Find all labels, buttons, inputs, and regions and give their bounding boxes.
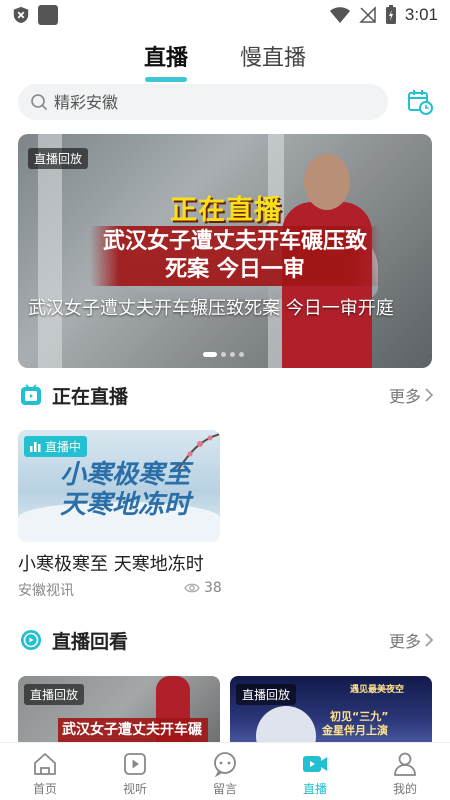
thumb-text-line2: 天寒地冻时: [60, 490, 191, 520]
nav-live[interactable]: 直播: [270, 743, 360, 800]
live-badge-label: 直播中: [45, 440, 82, 454]
replay-tag: 直播回放: [28, 148, 89, 169]
replay-thumb-text: 遇见最美夜空: [350, 685, 405, 695]
bars-icon: [30, 442, 41, 452]
search-row: [18, 84, 434, 120]
replay-card[interactable]: 直播回放 武汉女子遭丈夫开车碾压: [18, 676, 220, 746]
notification-icon: [38, 5, 58, 25]
banner-background: [38, 134, 62, 368]
nav-message[interactable]: 留言: [180, 743, 270, 800]
replay-thumb-text: 金星伴月上演: [322, 724, 388, 737]
profile-icon: [394, 752, 416, 776]
replay-icon: [21, 630, 41, 650]
nav-video[interactable]: 视听: [90, 743, 180, 800]
replay-header: 直播回看 更多: [20, 625, 434, 655]
live-camera-icon: [303, 756, 327, 772]
clock: 3:01: [404, 5, 438, 24]
status-bar: 3:01: [0, 0, 450, 30]
tab-slow-live[interactable]: 慢直播: [240, 38, 306, 78]
nav-label: 视听: [122, 782, 147, 796]
more-link[interactable]: 更多: [389, 383, 434, 407]
battery-charging-icon: [385, 5, 396, 24]
view-count-value: 38: [204, 580, 222, 596]
carousel-indicator: [203, 352, 244, 357]
replay-tag: 直播回放: [236, 684, 297, 705]
live-card-source: 安徽视讯: [18, 583, 74, 599]
replay-tag: 直播回放: [24, 684, 85, 705]
banner-caption: 武汉女子遭丈夫开车辗压致死案 今日一审开庭: [28, 298, 394, 319]
play-icon: [124, 753, 146, 775]
nav-label: 首页: [32, 782, 57, 796]
top-tabs: 直播 慢直播: [0, 38, 450, 78]
nav-profile[interactable]: 我的: [360, 743, 450, 800]
wifi-icon: [329, 7, 350, 23]
featured-banner[interactable]: 直播回放 正在直播 武汉女子遭丈夫开车碾压致死案 今日一审 武汉女子遭丈夫开车辗…: [18, 134, 432, 368]
more-label: 更多: [388, 387, 421, 406]
tab-live[interactable]: 直播: [144, 38, 188, 78]
carousel-dot: [230, 352, 235, 357]
nav-label: 留言: [212, 782, 237, 796]
message-icon: [214, 752, 236, 778]
more-label: 更多: [388, 632, 421, 651]
view-count: 38: [184, 580, 222, 596]
calendar-clock-icon[interactable]: [406, 88, 434, 116]
nav-label: 我的: [392, 782, 417, 796]
no-signal-icon: [359, 6, 376, 23]
live-badge: 直播中: [24, 436, 88, 457]
banner-overlay-headline: 正在直播: [170, 195, 282, 226]
eye-icon: [184, 583, 200, 593]
carousel-dot: [203, 352, 217, 357]
carousel-dot: [221, 352, 226, 357]
more-link[interactable]: 更多: [389, 628, 434, 652]
banner-overlay-subtitle: 武汉女子遭丈夫开车碾压致死案 今日一审: [90, 226, 380, 286]
tv-icon: [21, 384, 41, 405]
live-card-title[interactable]: 小寒极寒至 天寒地冻时: [18, 550, 204, 576]
search-icon: [31, 94, 48, 111]
replay-card[interactable]: 直播回放 遇见最美夜空 初见“三九” 金星伴月上演: [230, 676, 432, 746]
shield-icon: [13, 6, 29, 24]
search-box[interactable]: [18, 84, 388, 120]
chevron-right-icon: [425, 633, 434, 647]
nav-home[interactable]: 首页: [0, 743, 90, 800]
bottom-nav: 首页 视听 留言 直播 我的: [0, 742, 450, 800]
section-title: 直播回看: [52, 630, 129, 653]
live-card-thumbnail[interactable]: 小寒极寒至 天寒地冻时 直播中: [18, 430, 220, 542]
live-now-header: 正在直播 更多: [20, 380, 434, 410]
carousel-dot: [239, 352, 244, 357]
search-input[interactable]: [54, 92, 354, 112]
nav-label: 直播: [302, 782, 327, 796]
home-icon: [34, 753, 56, 775]
section-title: 正在直播: [52, 385, 129, 408]
chevron-right-icon: [425, 388, 434, 402]
moon-image: [256, 706, 316, 746]
